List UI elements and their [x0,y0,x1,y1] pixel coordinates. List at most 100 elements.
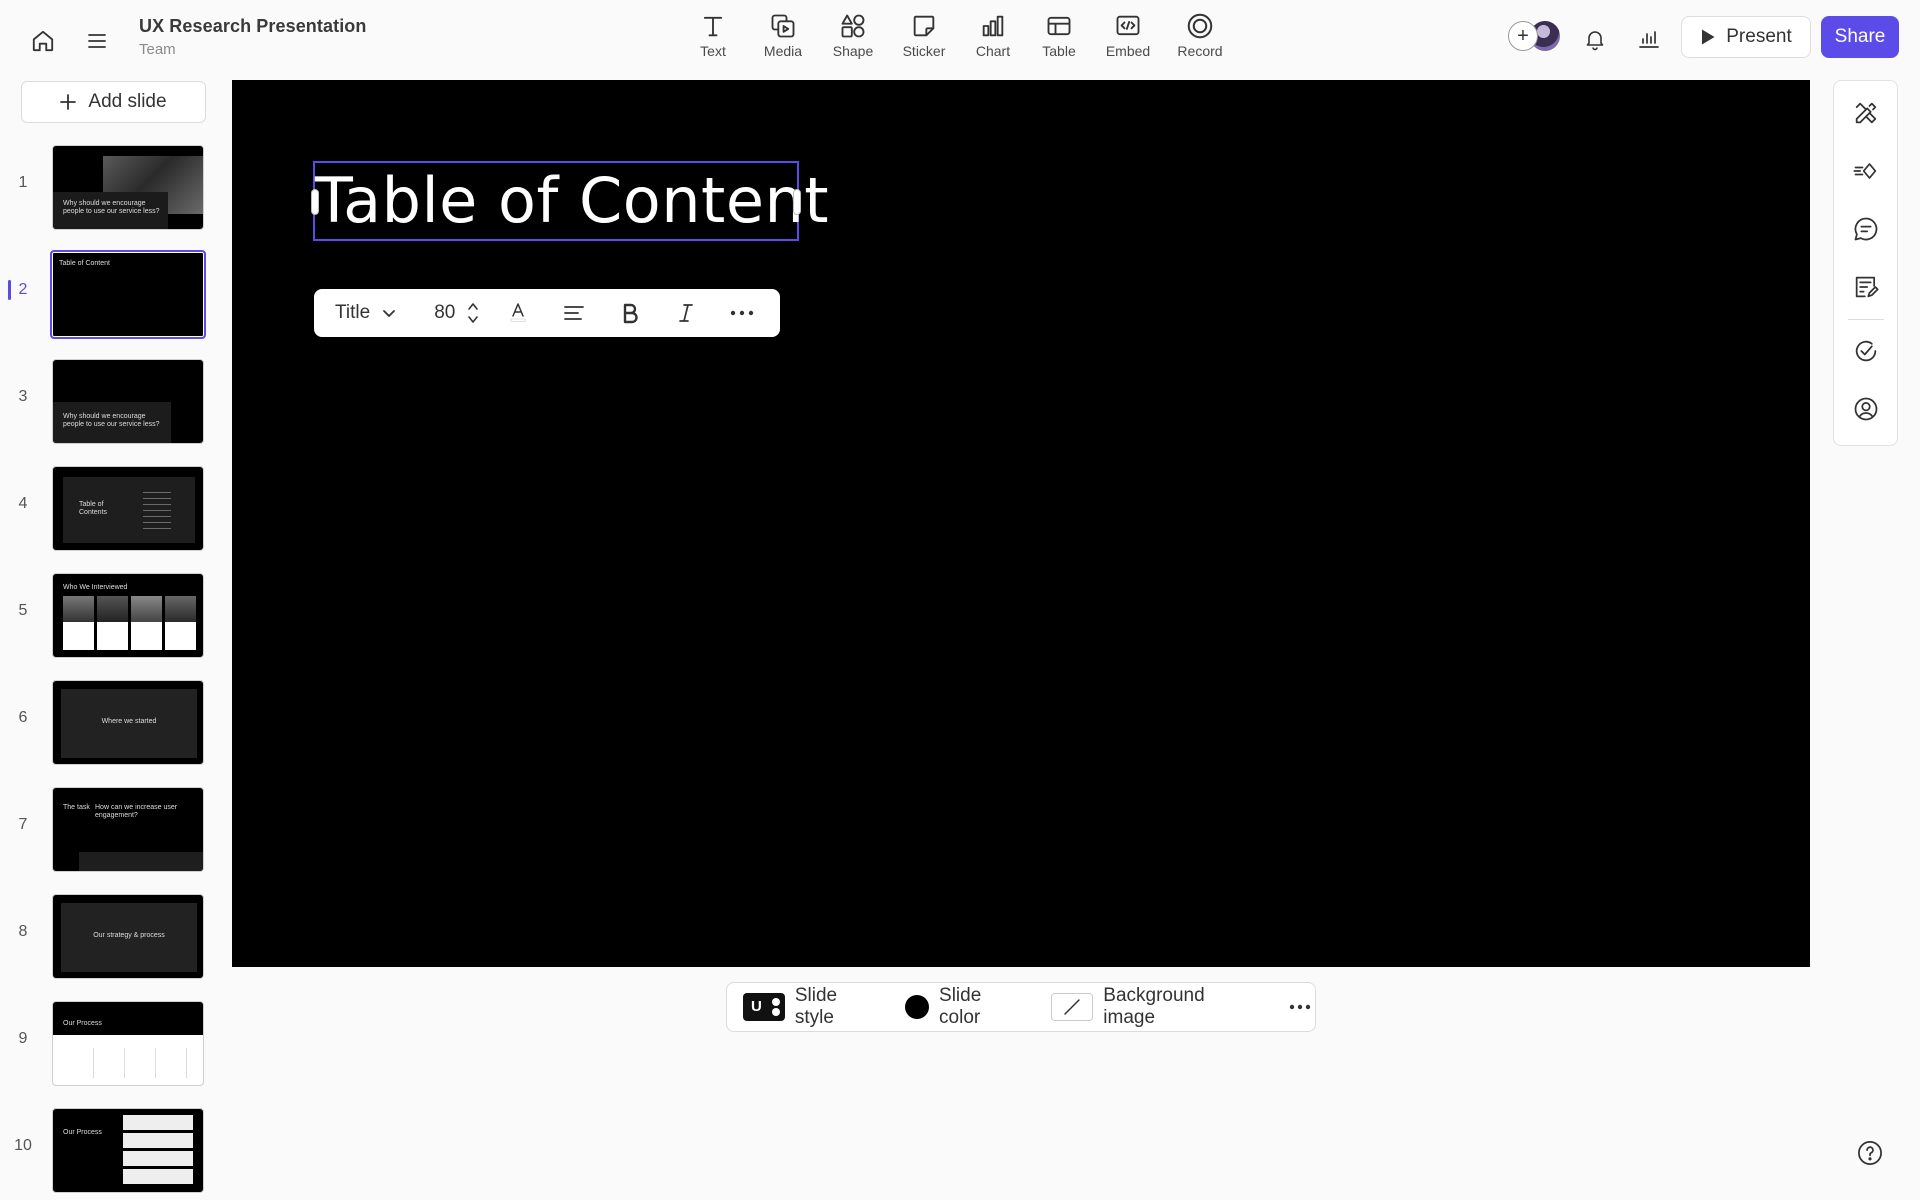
chart-icon [979,10,1007,42]
text-style-dropdown[interactable]: Title [335,302,396,324]
bell-icon[interactable] [1578,22,1612,56]
text-color-icon[interactable] [501,296,535,330]
thumbnail-text: Where we started [101,718,157,725]
slide-thumbnail-row[interactable]: 3 Why should we encourage people to use … [0,354,210,446]
theme-logo-icon: U [743,993,785,1021]
table-icon [1045,10,1073,42]
sticker-tool-button[interactable]: Sticker [895,10,953,66]
thumbnail-text: How can we increase user engagement? [95,804,178,819]
bold-icon[interactable] [613,296,647,330]
thumbnail-text: The task [63,804,90,811]
slide-number: 6 [18,709,28,726]
slide-style-button[interactable]: U Slide style [743,985,881,1029]
collaborators: + [1508,20,1562,54]
comments-icon[interactable] [1848,211,1884,247]
design-tools-icon[interactable] [1848,95,1884,131]
home-icon[interactable] [26,24,60,58]
slide-number: 3 [18,388,28,405]
slide-thumbnail-row[interactable]: 8 Our strategy & process [0,889,210,981]
add-slide-label: Add slide [88,91,167,112]
thumbnail-text: Table of [79,501,104,508]
slide-number: 1 [18,174,28,191]
add-collaborator-button[interactable]: + [1508,21,1538,51]
slide-number: 5 [18,602,28,619]
tool-label: Record [1177,43,1223,59]
slide-thumbnail-row[interactable]: 5 Who We Interviewed [0,568,210,660]
chevron-down-icon [383,309,396,317]
slide-thumbnail[interactable]: Where we started [52,680,204,765]
italic-icon[interactable] [669,296,703,330]
slide-thumbnail[interactable]: Our Process [52,1108,204,1193]
table-tool-button[interactable]: Table [1033,10,1085,66]
menu-icon[interactable] [80,24,114,58]
sticker-icon [910,10,938,42]
tool-label: Chart [975,43,1011,59]
no-image-icon [1051,993,1094,1021]
slide-title[interactable]: Table of Content [315,167,829,235]
shape-icon [839,10,867,42]
panel-divider [1848,319,1884,320]
help-icon[interactable] [1853,1136,1887,1170]
text-format-toolbar: Title 80 [314,289,780,337]
slide-thumbnail[interactable]: Why should we encourage people to use ou… [52,359,204,444]
slide-number: 8 [18,923,28,940]
slide-thumbnail[interactable]: Table of Contents [52,466,204,551]
background-image-button[interactable]: Background image [1051,985,1261,1029]
title-text-box[interactable]: Table of Content [311,161,829,241]
play-icon [1702,29,1715,45]
slide-thumbnail[interactable]: Our Process [52,1001,204,1086]
more-options-icon[interactable] [1285,992,1315,1022]
workspace-name[interactable]: Team [139,41,176,58]
align-left-icon[interactable] [557,296,591,330]
slide-color-button[interactable]: Slide color [905,985,1027,1029]
present-label: Present [1726,26,1792,47]
thumbnail-text: people to use our service less? [63,208,160,215]
slide-thumbnail[interactable]: Table of Content [50,250,206,339]
resize-handle-right[interactable] [793,189,801,215]
slide-thumbnail-row-active[interactable]: 2 Table of Content [0,247,210,339]
slide-thumbnail-row[interactable]: 9 Our Process [0,996,210,1088]
thumbnail-text: Table of Content [59,260,110,267]
font-size-value[interactable]: 80 [434,302,455,324]
analytics-icon[interactable] [1632,22,1666,56]
slide-number: 9 [18,1030,28,1047]
slide-style-bar: U Slide style Slide color Background ima… [726,982,1316,1032]
text-tool-button[interactable]: Text [685,10,741,66]
slide-thumbnail-row[interactable]: 7 The task How can we increase user enga… [0,782,210,874]
tool-label: Media [763,43,803,59]
slide-thumbnail[interactable]: Why should we encourage people to use ou… [52,145,204,230]
embed-tool-button[interactable]: Embed [1099,10,1157,66]
media-icon [769,10,797,42]
animation-icon[interactable] [1848,153,1884,189]
tool-label: Table [1042,43,1076,59]
top-bar: UX Research Presentation Team Text Media… [0,0,1920,78]
slide-thumbnail[interactable]: Our strategy & process [52,894,204,979]
slide-number: 2 [18,281,28,298]
speaker-notes-icon[interactable] [1848,269,1884,305]
document-title[interactable]: UX Research Presentation [139,16,367,37]
media-tool-button[interactable]: Media [755,10,811,66]
present-button[interactable]: Present [1681,16,1811,58]
slide-thumbnail[interactable]: The task How can we increase user engage… [52,787,204,872]
slide-number: 7 [18,816,28,833]
chart-tool-button[interactable]: Chart [967,10,1019,66]
slide-thumbnail-row[interactable]: 10 Our Process [0,1103,210,1195]
font-size-stepper-icon[interactable] [465,298,481,328]
resize-handle-left[interactable] [311,189,319,215]
tool-label: Text [700,43,726,59]
slide-thumbnail-row[interactable]: 1 Why should we encourage people to use … [0,140,210,232]
slide-thumbnail-row[interactable]: 6 Where we started [0,675,210,767]
slide-thumbnail[interactable]: Who We Interviewed [52,573,204,658]
more-options-icon[interactable] [725,296,759,330]
record-tool-button[interactable]: Record [1171,10,1229,66]
slide-style-label: Slide style [794,985,838,1028]
add-slide-button[interactable]: Add slide [21,81,206,123]
profile-icon[interactable] [1848,391,1884,427]
thumbnail-text: people to use our service less? [63,421,160,428]
slide-thumbnail-row[interactable]: 4 Table of Contents [0,461,210,553]
checklist-icon[interactable] [1848,333,1884,369]
share-button[interactable]: Share [1821,16,1899,58]
text-icon [699,10,727,42]
shape-tool-button[interactable]: Shape [825,10,881,66]
theme-logo-letter: U [751,998,762,1015]
